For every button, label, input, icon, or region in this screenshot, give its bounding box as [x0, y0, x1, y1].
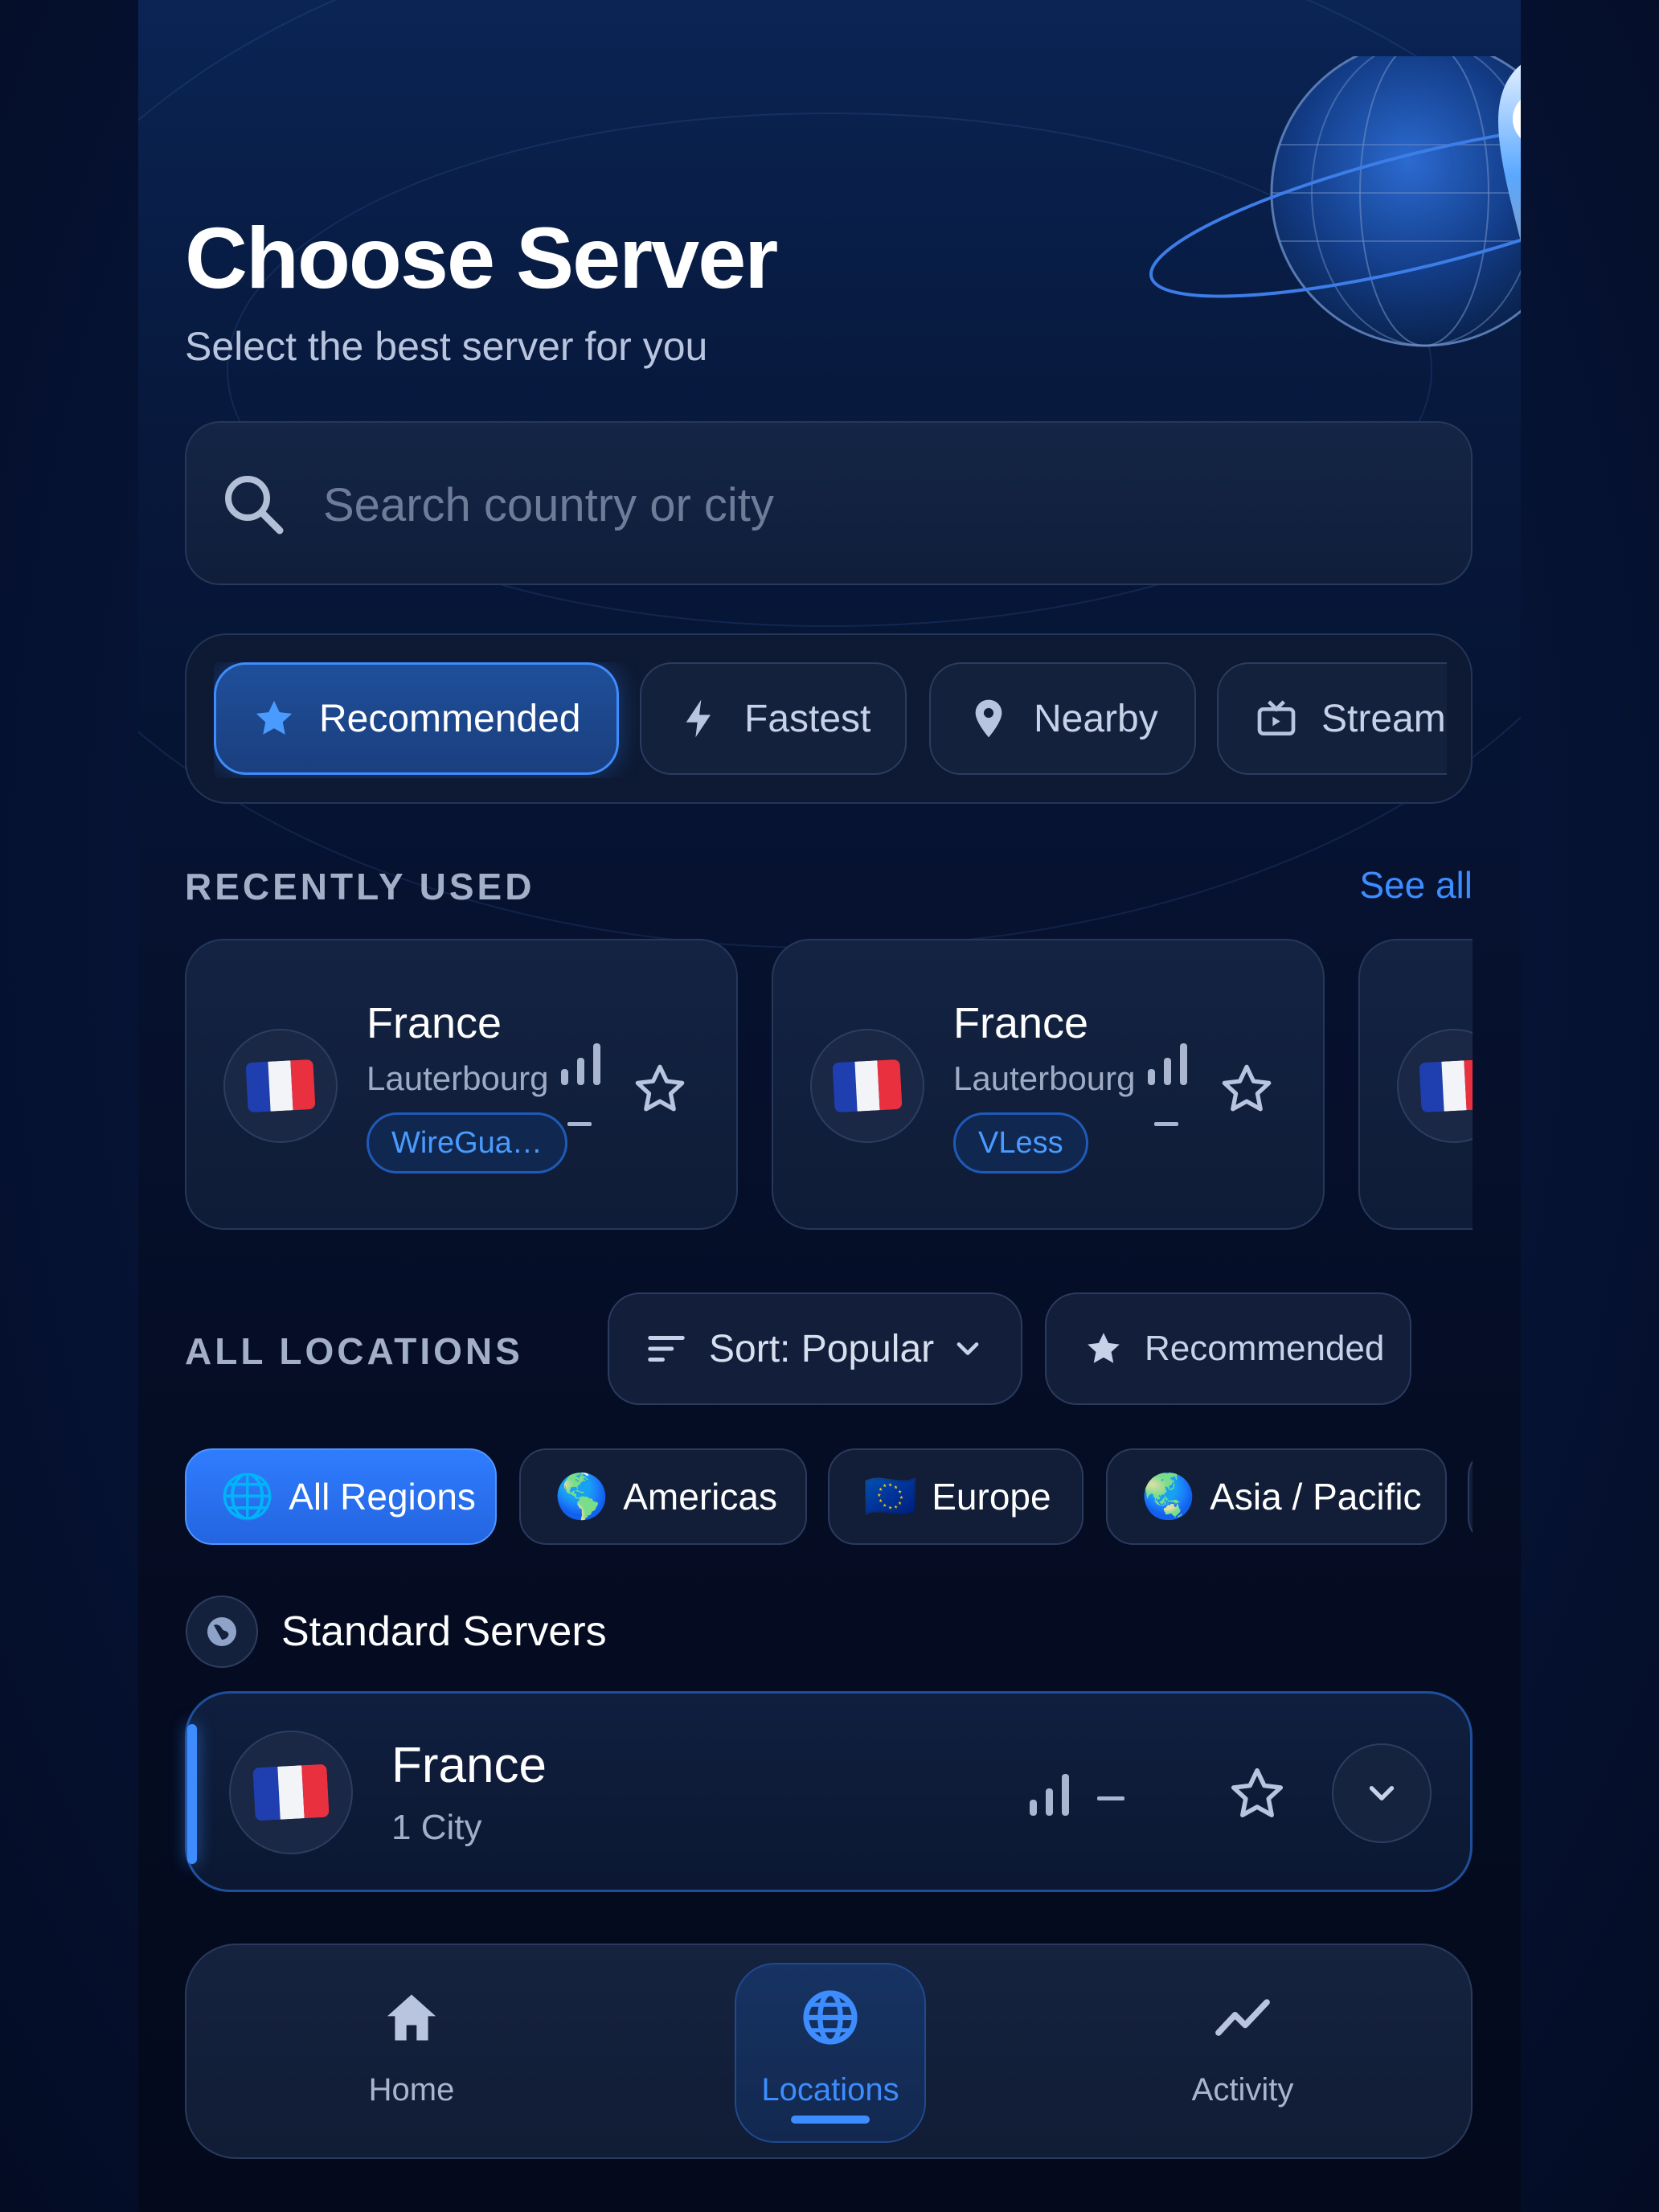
ping-value — [1097, 1796, 1124, 1800]
nav-label: Activity — [1191, 2072, 1294, 2108]
france-flag-icon — [252, 1763, 330, 1821]
filter-recommended[interactable]: Recommended — [214, 662, 619, 775]
recently-used-heading: RECENTLY USED — [185, 866, 535, 907]
nav-active-indicator — [791, 2116, 870, 2124]
region-label: Asia / Pacific — [1210, 1476, 1422, 1518]
signal-icon — [1148, 1043, 1187, 1085]
filter-label: Fastest — [744, 697, 871, 740]
recent-servers-list[interactable]: France Lauterbourg WireGua… France Laute… — [185, 939, 1473, 1231]
server-country: France — [953, 999, 1089, 1047]
star-icon — [256, 700, 293, 735]
region-label: All Regions — [289, 1476, 476, 1518]
server-city-count: 1 City — [391, 1808, 482, 1847]
favorite-star-icon[interactable] — [632, 1061, 688, 1117]
region-all[interactable]: 🌐 All Regions — [185, 1448, 497, 1545]
page-title: Choose Server — [185, 209, 778, 306]
nav-label: Locations — [761, 2072, 899, 2108]
filter-fastest[interactable]: Fastest — [640, 662, 907, 775]
favorite-star-icon[interactable] — [1227, 1764, 1287, 1824]
filter-label: Recommended — [319, 697, 581, 740]
flag-badge — [810, 1029, 924, 1143]
globe-icon — [803, 1990, 858, 2045]
filter-nearby[interactable]: Nearby — [929, 662, 1196, 775]
region-americas[interactable]: 🌎 Americas — [519, 1448, 807, 1545]
search-icon — [225, 476, 284, 535]
globe-americas-icon: 🌎 — [555, 1471, 609, 1522]
filter-label: Nearby — [1034, 697, 1158, 740]
filter-label: Stream — [1321, 697, 1446, 740]
recent-server-card[interactable]: France Lauterbourg VLess — [772, 939, 1325, 1230]
region-label: Europe — [932, 1476, 1051, 1518]
activity-chart-icon — [1215, 1999, 1270, 2036]
recommended-toggle[interactable]: Recommended — [1045, 1292, 1411, 1405]
eu-flag-icon: 🇪🇺 — [863, 1471, 918, 1522]
flag-badge — [223, 1029, 338, 1143]
region-europe[interactable]: 🇪🇺 Europe — [828, 1448, 1083, 1545]
france-flag-icon — [245, 1059, 316, 1113]
server-row-france[interactable]: France 1 City — [185, 1691, 1473, 1892]
search-bar[interactable] — [185, 421, 1473, 585]
protocol-badge: VLess — [953, 1112, 1088, 1174]
bolt-icon — [686, 699, 711, 738]
recent-server-card[interactable] — [1358, 939, 1473, 1230]
nav-activity[interactable]: Activity — [1122, 1945, 1363, 2161]
region-filter-list[interactable]: 🌐 All Regions 🌎 Americas 🇪🇺 Europe 🌏 Asi… — [185, 1447, 1473, 1548]
filter-scroller[interactable]: Recommended Fastest Nearby Stream — [214, 662, 1447, 778]
server-country: France — [367, 999, 502, 1047]
ping-value — [1154, 1122, 1178, 1126]
all-locations-heading: ALL LOCATIONS — [185, 1330, 523, 1372]
region-asia-pacific[interactable]: 🌏 Asia / Pacific — [1106, 1448, 1447, 1545]
map-pin-icon — [975, 699, 1002, 738]
search-input[interactable] — [323, 471, 1432, 539]
globe-pin-illustration — [1149, 56, 1521, 347]
sort-icon — [648, 1336, 685, 1362]
sort-label: Sort: Popular — [709, 1327, 935, 1370]
app-screen: Choose Server Select the best server for… — [138, 0, 1521, 2212]
signal-icon — [1030, 1774, 1069, 1816]
star-icon — [1088, 1333, 1120, 1363]
globe-icon — [186, 1596, 258, 1668]
region-label: Americas — [623, 1476, 777, 1518]
sort-dropdown[interactable]: Sort: Popular — [608, 1292, 1022, 1405]
protocol-badge: WireGua… — [367, 1112, 567, 1174]
globe-icon: 🌐 — [220, 1471, 275, 1522]
expand-button[interactable] — [1332, 1743, 1432, 1843]
server-city: Lauterbourg — [367, 1059, 549, 1097]
filter-stream[interactable]: Stream — [1217, 662, 1447, 775]
home-icon — [387, 1994, 436, 2041]
globe-asia-icon: 🌏 — [1141, 1471, 1196, 1522]
recent-server-card[interactable]: France Lauterbourg WireGua… — [185, 939, 738, 1230]
ping-value — [567, 1122, 592, 1126]
selected-indicator — [187, 1724, 197, 1864]
server-city: Lauterbourg — [953, 1059, 1136, 1097]
recommended-label: Recommended — [1145, 1329, 1385, 1368]
region-more[interactable] — [1468, 1448, 1473, 1545]
signal-icon — [561, 1043, 600, 1085]
france-flag-icon — [832, 1059, 903, 1113]
see-all-link[interactable]: See all — [1359, 863, 1473, 907]
tv-icon — [1257, 700, 1296, 735]
chevron-down-icon — [1369, 1786, 1395, 1800]
bottom-navigation: Home Locations Activity — [185, 1944, 1473, 2159]
chevron-down-icon — [956, 1342, 979, 1355]
filter-bar: Recommended Fastest Nearby Stream — [185, 633, 1473, 804]
server-country: France — [391, 1738, 547, 1793]
nav-label: Home — [368, 2072, 455, 2108]
nav-home[interactable]: Home — [291, 1945, 532, 2161]
page-subtitle: Select the best server for you — [185, 324, 708, 369]
flag-badge — [1397, 1029, 1473, 1143]
standard-servers-heading: Standard Servers — [281, 1608, 607, 1655]
france-flag-icon — [1419, 1059, 1473, 1113]
favorite-star-icon[interactable] — [1219, 1061, 1275, 1117]
nav-locations[interactable]: Locations — [710, 1945, 951, 2161]
flag-badge — [229, 1731, 353, 1854]
